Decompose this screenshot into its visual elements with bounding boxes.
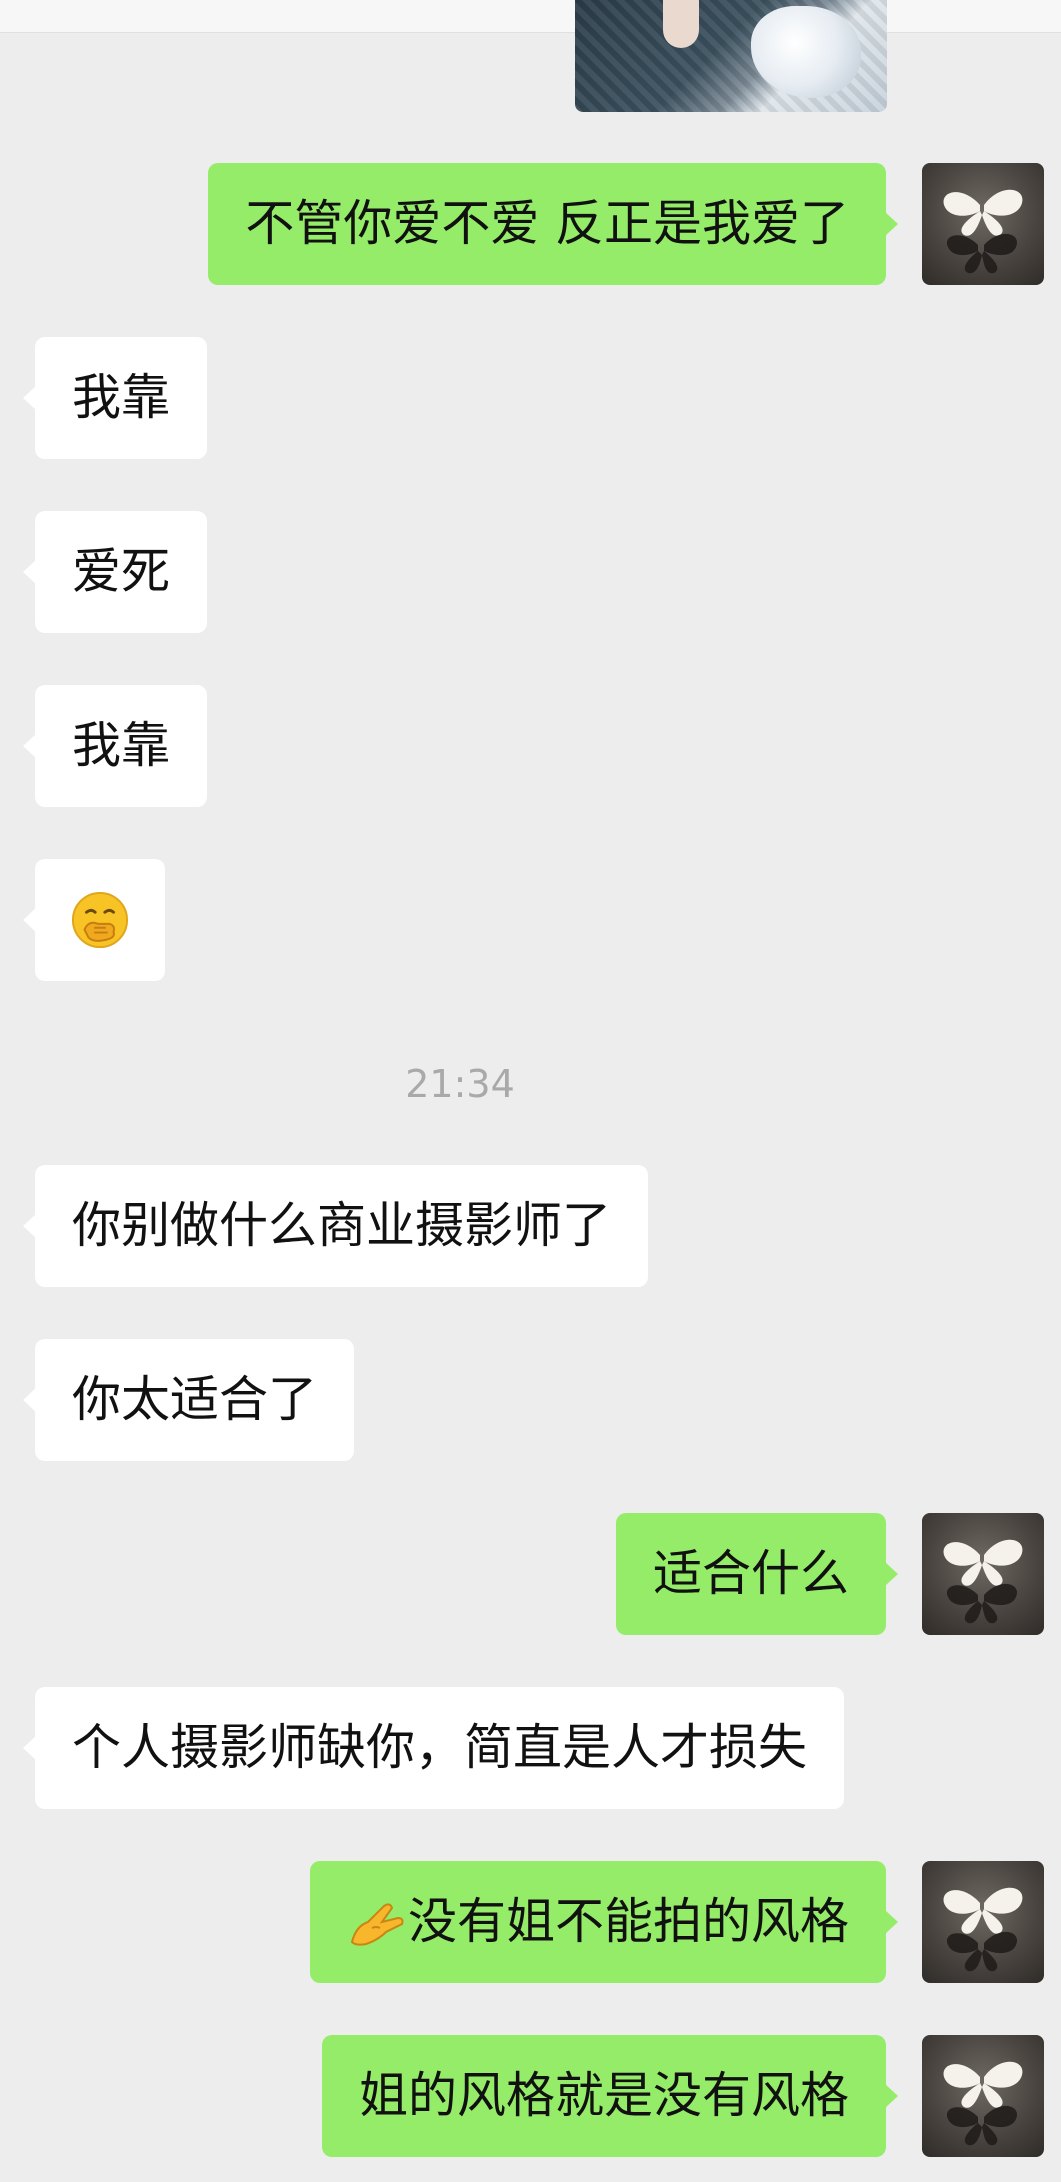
message-bubble-incoming[interactable]: 我靠 — [22, 337, 208, 459]
message-bubble-incoming[interactable]: 我靠 — [22, 685, 208, 807]
butterfly-icon — [943, 1887, 1023, 1972]
message-timestamp: 21:34 — [405, 1062, 515, 1106]
message-bubble-incoming[interactable]: 个人摄影师缺你，简直是人才损失 — [22, 1687, 845, 1809]
message-bubble-outgoing[interactable]: 姐的风格就是没有风格 — [321, 2035, 899, 2157]
message-text: 没有姐不能拍的风格 — [407, 1893, 849, 1950]
message-bubble-outgoing[interactable]: 适合什么 — [615, 1513, 899, 1635]
butterfly-icon — [943, 1539, 1023, 1624]
message-bubble-outgoing[interactable]: 不管你爱不爱 反正是我爱了 — [208, 163, 898, 285]
photo-content — [751, 6, 861, 98]
message-bubble-incoming[interactable]: 爱死 — [22, 511, 208, 633]
face-with-hand-over-mouth-icon — [71, 891, 129, 948]
butterfly-avatar-icon[interactable] — [922, 163, 1044, 285]
message-bubble-incoming[interactable]: 你别做什么商业摄影师了 — [22, 1165, 649, 1287]
butterfly-icon — [943, 2061, 1023, 2146]
pinching-hand-icon — [350, 1902, 404, 1946]
butterfly-icon — [943, 189, 1023, 274]
image-message-thumbnail[interactable] — [575, 0, 887, 112]
butterfly-avatar-icon[interactable] — [922, 2035, 1044, 2157]
message-bubble-outgoing[interactable]: 没有姐不能拍的风格 — [309, 1861, 899, 1983]
photo-content-finger — [663, 0, 699, 48]
message-bubble-incoming[interactable]: 你太适合了 — [22, 1339, 355, 1461]
chat-top-edge — [0, 0, 1061, 33]
message-bubble-incoming-emoji[interactable] — [23, 859, 165, 981]
butterfly-avatar-icon[interactable] — [922, 1861, 1044, 1983]
butterfly-avatar-icon[interactable] — [922, 1513, 1044, 1635]
